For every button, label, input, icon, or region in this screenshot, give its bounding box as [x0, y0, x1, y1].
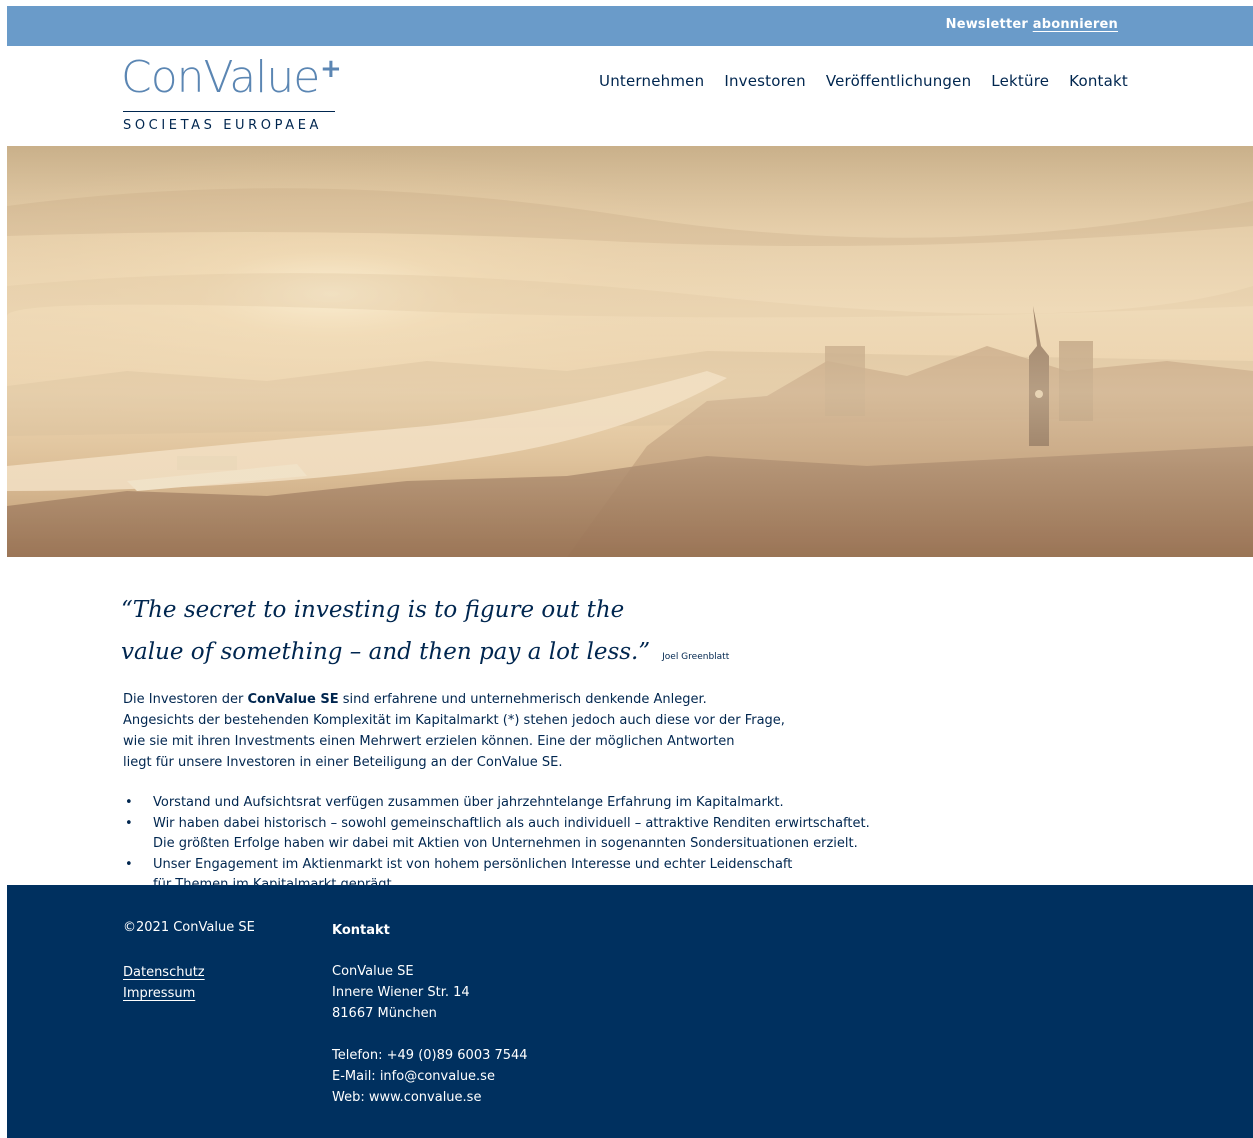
contact-email[interactable]: E-Mail: info@convalue.se — [332, 1066, 528, 1087]
copyright: ©2021 ConValue SE — [123, 920, 255, 935]
feature-list: Vorstand und Aufsichtsrat verfügen zusam… — [123, 793, 943, 896]
intro-line-4: liegt für unsere Investoren in einer Bet… — [123, 755, 563, 770]
contact-heading: Kontakt — [332, 923, 390, 938]
main-nav: Unternehmen Investoren Veröffentlichunge… — [599, 72, 1128, 90]
intro-line-1-post: sind erfahrene und unternehmerisch denke… — [338, 692, 707, 707]
quote-author: Joel Greenblatt — [662, 652, 730, 662]
nav-item-investoren[interactable]: Investoren — [724, 72, 805, 90]
contact-web[interactable]: Web: www.convalue.se — [332, 1087, 528, 1108]
quote-line-1: “The secret to investing is to figure ou… — [121, 597, 625, 623]
intro-line-1-pre: Die Investoren der — [123, 692, 248, 707]
top-bar: Newsletter abonnieren — [7, 6, 1253, 46]
bullet-3-line-1: Unser Engagement im Aktienmarkt ist von … — [153, 856, 793, 872]
bullet-2-line-1: Wir haben dabei historisch – sowohl geme… — [153, 815, 870, 831]
newsletter-notice: Newsletter abonnieren — [946, 17, 1118, 32]
bullet-1-text: Vorstand und Aufsichtsrat verfügen zusam… — [153, 795, 784, 810]
list-item: Wir haben dabei historisch – sowohl geme… — [123, 814, 943, 855]
site-header: ConValue + SOCIETAS EUROPAEA Unternehmen… — [7, 46, 1253, 146]
impressum-link[interactable]: Impressum — [123, 983, 205, 1004]
hero-image-hamburg-skyline — [7, 146, 1253, 557]
quote-line-2-wrap: value of something – and then pay a lot … — [121, 631, 729, 678]
intro-paragraph: Die Investoren der ConValue SE sind erfa… — [123, 689, 843, 773]
legal-links: Datenschutz Impressum — [123, 962, 205, 1004]
contact-phone[interactable]: Telefon: +49 (0)89 6003 7544 — [332, 1045, 528, 1066]
contact-street: Innere Wiener Str. 14 — [332, 985, 470, 1000]
intro-line-2: Angesichts der bestehenden Komplexität i… — [123, 713, 785, 728]
intro-company-name: ConValue SE — [247, 692, 339, 707]
quote-line-2: value of something – and then pay a lot … — [121, 639, 651, 665]
intro-line-1: Die Investoren der ConValue SE sind erfa… — [123, 689, 843, 710]
list-item: Vorstand und Aufsichtsrat verfügen zusam… — [123, 793, 943, 814]
intro-line-3: wie sie mit ihren Investments einen Mehr… — [123, 734, 735, 749]
contact-spacer — [332, 1024, 528, 1045]
nav-item-lektuere[interactable]: Lektüre — [991, 72, 1049, 90]
logo-wordmark: ConValue — [121, 52, 320, 103]
datenschutz-link[interactable]: Datenschutz — [123, 962, 205, 983]
bullet-2-line-2: Die größten Erfolge haben wir dabei mit … — [153, 836, 858, 851]
logo-plus-icon: + — [320, 54, 342, 84]
site-footer: ©2021 ConValue SE Datenschutz Impressum … — [7, 885, 1253, 1138]
investor-quote: “The secret to investing is to figure ou… — [121, 589, 729, 678]
newsletter-label: Newsletter — [945, 17, 1028, 32]
logo-subtitle: SOCIETAS EUROPAEA — [123, 118, 323, 133]
footer-contact: Kontakt ConValue SE Innere Wiener Str. 1… — [332, 920, 528, 1108]
hero-illustration — [7, 146, 1253, 557]
nav-item-veroeffentlichungen[interactable]: Veröffentlichungen — [826, 72, 971, 90]
contact-city: 81667 München — [332, 1006, 437, 1021]
contact-company: ConValue SE — [332, 964, 414, 979]
newsletter-subscribe-link[interactable]: abonnieren — [1033, 17, 1118, 32]
nav-item-unternehmen[interactable]: Unternehmen — [599, 72, 704, 90]
page: Newsletter abonnieren ConValue + SOCIETA… — [7, 6, 1253, 1138]
logo-divider — [123, 111, 335, 112]
nav-item-kontakt[interactable]: Kontakt — [1069, 72, 1128, 90]
convalue-logo[interactable]: ConValue + SOCIETAS EUROPAEA — [121, 52, 342, 136]
